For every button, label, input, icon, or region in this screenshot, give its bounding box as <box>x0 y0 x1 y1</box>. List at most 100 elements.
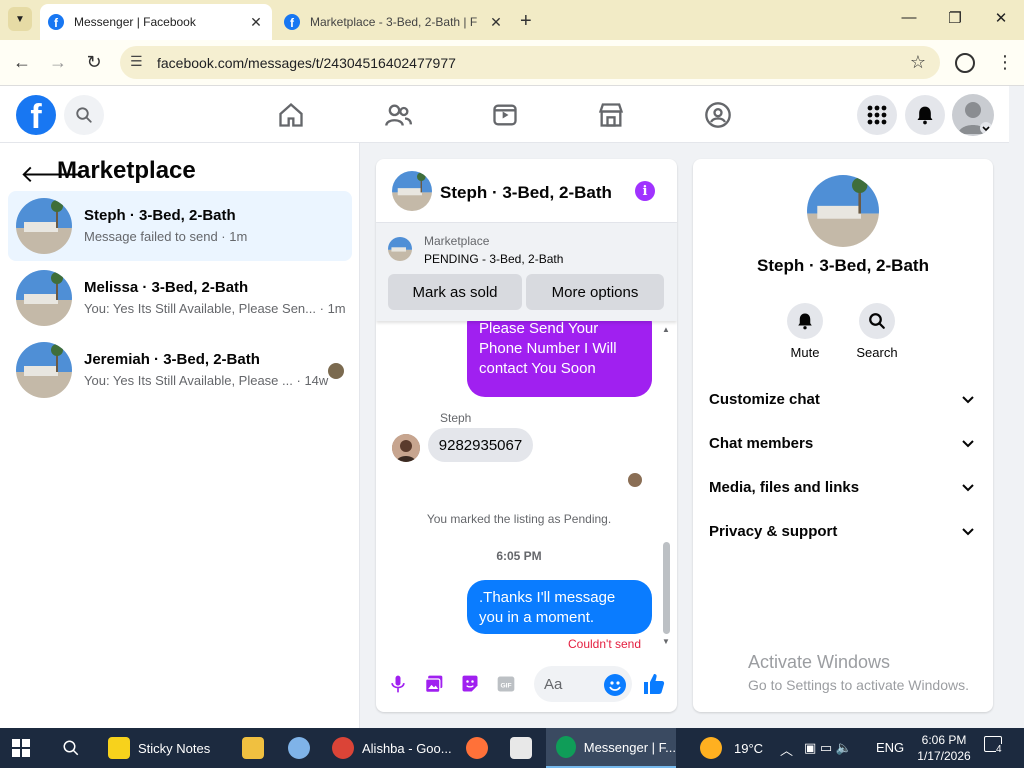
tray-icons[interactable]: ▣ ▭ 🔈 <box>804 740 852 756</box>
new-tab-button[interactable]: + <box>520 10 532 33</box>
taskbar-calendar-app[interactable] <box>500 728 540 768</box>
privacy-support-section[interactable]: Privacy & support <box>709 518 979 548</box>
activate-windows-title: Activate Windows <box>748 652 891 672</box>
minimize-button[interactable]: — <box>894 9 924 26</box>
bookmark-star-icon[interactable]: ☆ <box>910 52 926 73</box>
listing-status: PENDING - 3-Bed, 2-Bath <box>424 252 564 266</box>
notification-center-button[interactable]: 4 <box>984 736 1002 755</box>
conversation-list-panel: 🡐 Marketplace Steph · 3-Bed, 2-Bath Mess… <box>0 143 360 728</box>
account-avatar[interactable] <box>952 94 994 136</box>
taskbar-chrome-messenger[interactable]: Messenger | F... <box>546 728 676 768</box>
url-text[interactable]: facebook.com/messages/t/2430451640247797… <box>157 55 456 71</box>
notifications-button[interactable] <box>905 95 945 135</box>
close-tab-icon[interactable]: ✕ <box>486 14 506 31</box>
outgoing-message-bubble[interactable]: .Thanks I'll message you in a moment. <box>467 580 652 634</box>
taskbar-sticky-notes[interactable]: Sticky Notes <box>98 728 228 768</box>
start-button[interactable] <box>12 728 30 768</box>
emoji-icon[interactable] <box>604 674 626 696</box>
browser-toolbar: ← → ↻ ☰ facebook.com/messages/t/24304516… <box>0 40 1024 86</box>
conversation-name: Jeremiah · 3-Bed, 2-Bath <box>84 351 260 368</box>
mark-as-sold-button[interactable]: Mark as sold <box>388 274 522 310</box>
language-indicator[interactable]: ENG <box>876 740 904 755</box>
reload-icon[interactable]: ↻ <box>82 52 106 73</box>
scroll-up-arrow[interactable]: ▲ <box>662 325 670 334</box>
chat-scrollbar[interactable] <box>663 542 670 634</box>
taskbar-paint-app[interactable] <box>278 728 318 768</box>
home-icon[interactable] <box>277 101 305 129</box>
friends-icon[interactable] <box>384 101 412 129</box>
video-icon[interactable] <box>491 101 519 129</box>
close-tab-icon[interactable]: ✕ <box>246 14 266 31</box>
incoming-message-bubble[interactable]: 9282935067 <box>428 428 533 462</box>
listing-banner: Marketplace PENDING - 3-Bed, 2-Bath Mark… <box>376 223 677 321</box>
chat-header: Steph · 3-Bed, 2-Bath i <box>376 159 677 223</box>
address-bar[interactable]: ☰ facebook.com/messages/t/24304516402477… <box>120 46 940 79</box>
sender-name: Steph <box>440 411 472 425</box>
gif-icon[interactable]: GIF <box>496 674 516 694</box>
taskbar-clock[interactable]: 6:06 PM 1/17/2026 <box>916 732 972 764</box>
show-hidden-icons-chevron-icon[interactable]: ︿ <box>780 740 793 759</box>
forward-arrow-icon[interactable]: → <box>46 52 70 73</box>
photo-icon[interactable] <box>424 674 444 694</box>
conversation-item[interactable]: Jeremiah · 3-Bed, 2-Bath You: Yes Its St… <box>8 335 352 405</box>
groups-icon[interactable] <box>704 101 732 129</box>
facebook-favicon-icon: f <box>284 14 300 30</box>
taskbar-firefox[interactable] <box>456 728 496 768</box>
palette-icon <box>288 737 310 759</box>
taskbar-chrome-alishba[interactable]: Alishba - Goo... <box>322 728 452 768</box>
back-arrow-icon[interactable]: ← <box>10 52 34 73</box>
thumbs-up-icon[interactable] <box>642 672 666 696</box>
chat-title[interactable]: Steph · 3-Bed, 2-Bath <box>440 183 612 203</box>
browser-profile-icon[interactable] <box>955 53 975 73</box>
conversation-item[interactable]: Melissa · 3-Bed, 2-Bath You: Yes Its Sti… <box>8 263 352 333</box>
conversation-item[interactable]: Steph · 3-Bed, 2-Bath Message failed to … <box>8 191 352 261</box>
folder-icon <box>242 737 264 759</box>
search-icon <box>76 107 92 123</box>
menu-grid-button[interactable] <box>857 95 897 135</box>
page-scrollbar[interactable] <box>1009 86 1024 728</box>
chat-avatar[interactable] <box>392 171 432 211</box>
sticker-icon[interactable] <box>460 674 480 694</box>
notification-count: 4 <box>996 744 1002 755</box>
activate-windows-subtitle: Go to Settings to activate Windows. <box>748 677 969 693</box>
taskbar-file-explorer[interactable] <box>232 728 272 768</box>
facebook-logo-icon[interactable]: f <box>16 95 56 135</box>
search-in-chat-button[interactable]: Search <box>847 303 907 360</box>
restore-button[interactable]: ❐ <box>940 9 970 27</box>
tab-title: Messenger | Facebook <box>74 15 196 29</box>
sticky-notes-icon <box>108 737 130 759</box>
facebook-favicon-icon: f <box>48 14 64 30</box>
panel-title: Marketplace <box>57 157 196 184</box>
search-button[interactable] <box>64 95 104 135</box>
media-files-links-section[interactable]: Media, files and links <box>709 474 979 504</box>
tab-marketplace[interactable]: f Marketplace - 3-Bed, 2-Bath | F ✕ <box>276 4 512 40</box>
send-error-text: Couldn't send <box>568 637 642 651</box>
conversation-preview: Message failed to send · 1m <box>84 229 248 244</box>
scroll-down-arrow[interactable]: ▼ <box>662 637 670 646</box>
tab-search-button[interactable]: ▼ <box>8 7 32 31</box>
close-window-button[interactable]: ✕ <box>986 9 1016 27</box>
browser-menu-icon[interactable]: ⋮ <box>996 52 1014 73</box>
info-icon[interactable]: i <box>635 181 655 201</box>
profile-photo[interactable] <box>807 175 879 247</box>
message-placeholder: Aa <box>544 676 563 693</box>
site-info-icon[interactable]: ☰ <box>130 53 143 70</box>
seen-avatar <box>328 363 344 379</box>
customize-chat-section[interactable]: Customize chat <box>709 386 979 416</box>
house-thumbnail <box>16 198 72 254</box>
mute-button[interactable]: Mute <box>775 303 835 360</box>
taskbar-search-button[interactable] <box>62 728 80 768</box>
windows-logo-icon <box>12 739 30 757</box>
weather-widget[interactable]: 19°C <box>700 728 763 768</box>
tab-messenger[interactable]: f Messenger | Facebook ✕ <box>40 4 272 40</box>
chat-members-section[interactable]: Chat members <box>709 430 979 460</box>
more-options-button[interactable]: More options <box>526 274 664 310</box>
search-label: Search <box>856 345 898 360</box>
windows-taskbar: Sticky Notes Alishba - Goo... Messenger … <box>0 728 1024 768</box>
marketplace-icon[interactable] <box>597 101 625 129</box>
clock-date: 1/17/2026 <box>917 749 971 763</box>
message-timestamp: 6:05 PM <box>496 549 542 563</box>
sender-avatar[interactable] <box>392 434 420 462</box>
microphone-icon[interactable] <box>388 674 408 694</box>
search-icon <box>869 313 885 329</box>
